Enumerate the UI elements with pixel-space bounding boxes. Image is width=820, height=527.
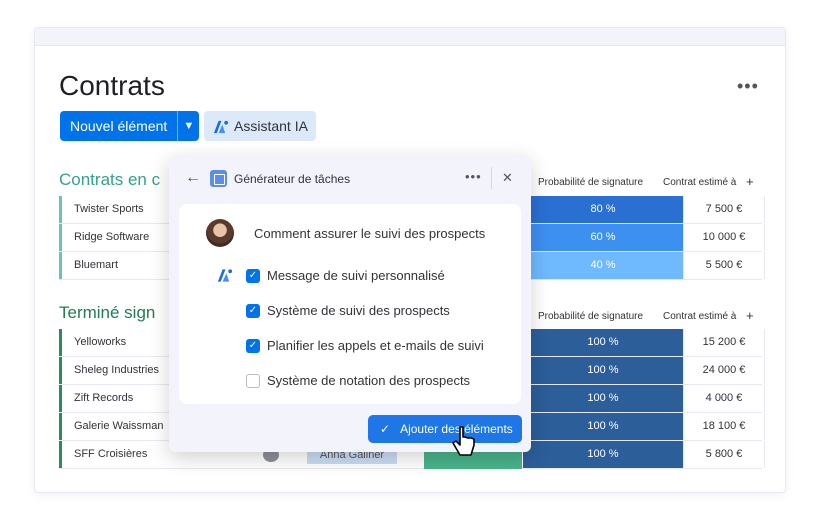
dialog-more-icon[interactable]: ••• xyxy=(465,169,482,184)
row-name[interactable]: Yelloworks xyxy=(74,336,126,348)
ai-assistant-icon xyxy=(217,269,233,282)
new-item-label[interactable]: Nouvel élément xyxy=(60,111,177,141)
row-end-cell xyxy=(765,196,785,223)
group-title-signed[interactable]: Terminé sign xyxy=(59,303,155,323)
probability-cell[interactable]: 100 % xyxy=(523,329,683,356)
ai-assistant-label: Assistant IA xyxy=(234,118,308,134)
checkbox-unchecked[interactable] xyxy=(246,373,260,388)
row-name[interactable]: Sheleg Industries xyxy=(74,364,159,376)
close-icon[interactable]: ✕ xyxy=(502,170,513,186)
probability-cell[interactable]: 100 % xyxy=(523,413,683,440)
new-item-button[interactable]: Nouvel élément ▼ xyxy=(60,111,200,141)
suggestion-label: Message de suivi personnalisé xyxy=(267,268,445,283)
more-options-icon[interactable]: ••• xyxy=(737,76,759,97)
page-title: Contrats xyxy=(59,70,165,101)
checkbox-checked[interactable]: ✓ xyxy=(246,268,260,283)
task-generator-icon xyxy=(210,170,227,187)
window-topbar xyxy=(35,28,785,46)
row-end-cell xyxy=(765,357,785,384)
dialog-divider xyxy=(491,167,492,189)
suggestion-label: Planifier les appels et e-mails de suivi xyxy=(267,338,484,353)
probability-cell[interactable]: 100 % xyxy=(523,441,683,468)
probability-cell[interactable]: 40 % xyxy=(523,252,683,279)
suggestion-label: Système de suivi des prospects xyxy=(267,303,450,318)
checkbox-checked[interactable]: ✓ xyxy=(246,303,260,318)
add-column-icon[interactable]: + xyxy=(746,174,754,189)
row-end-cell xyxy=(765,413,785,440)
suggestion-label: Système de notation des prospects xyxy=(267,373,471,388)
row-end-cell xyxy=(765,252,785,279)
task-generator-dialog: ← Générateur de tâches ••• ✕ Comment ass… xyxy=(169,155,531,452)
column-header-estimate[interactable]: Contrat estimé à xyxy=(663,177,736,188)
check-icon: ✓ xyxy=(380,422,391,436)
group-title-in-progress[interactable]: Contrats en c xyxy=(59,170,160,190)
estimate-cell[interactable]: 10 000 € xyxy=(683,224,765,251)
row-name[interactable]: Galerie Waissman xyxy=(74,420,163,432)
probability-cell[interactable]: 100 % xyxy=(523,357,683,384)
estimate-cell[interactable]: 4 000 € xyxy=(683,385,765,412)
probability-cell[interactable]: 100 % xyxy=(523,385,683,412)
row-name[interactable]: SFF Croisières xyxy=(74,448,147,460)
suggestion-item[interactable]: ✓ Système de suivi des prospects xyxy=(246,303,450,318)
add-column-icon[interactable]: + xyxy=(746,308,754,323)
chevron-down-icon[interactable]: ▼ xyxy=(177,111,199,141)
mouse-pointer-icon xyxy=(452,426,475,456)
checkbox-checked[interactable]: ✓ xyxy=(246,338,260,353)
row-end-cell xyxy=(765,329,785,356)
row-end-cell xyxy=(765,441,785,468)
estimate-cell[interactable]: 5 800 € xyxy=(683,441,765,468)
probability-cell[interactable]: 80 % xyxy=(523,196,683,223)
estimate-cell[interactable]: 7 500 € xyxy=(683,196,765,223)
column-header-probability[interactable]: Probabilité de signature xyxy=(538,177,643,188)
back-arrow-icon[interactable]: ← xyxy=(185,169,201,187)
row-name[interactable]: Twister Sports xyxy=(74,203,144,215)
suggestion-item[interactable]: ✓ Planifier les appels et e-mails de sui… xyxy=(246,338,484,353)
suggestion-item[interactable]: ✓ Message de suivi personnalisé xyxy=(246,268,445,283)
prompt-text: Comment assurer le suivi des prospects xyxy=(254,226,486,241)
dialog-content-card: Comment assurer le suivi des prospects ✓… xyxy=(179,204,521,404)
estimate-cell[interactable]: 5 500 € xyxy=(683,252,765,279)
column-header-probability[interactable]: Probabilité de signature xyxy=(538,311,643,322)
user-avatar xyxy=(206,219,234,247)
ai-assistant-button[interactable]: Assistant IA xyxy=(204,111,316,141)
row-name[interactable]: Bluemart xyxy=(74,259,118,271)
row-end-cell xyxy=(765,385,785,412)
dialog-title: Générateur de tâches xyxy=(234,172,351,186)
add-items-button[interactable]: ✓ Ajouter des éléments xyxy=(368,415,522,443)
estimate-cell[interactable]: 18 100 € xyxy=(683,413,765,440)
row-end-cell xyxy=(765,224,785,251)
row-name[interactable]: Ridge Software xyxy=(74,231,149,243)
estimate-cell[interactable]: 24 000 € xyxy=(683,357,765,384)
row-name[interactable]: Zift Records xyxy=(74,392,133,404)
estimate-cell[interactable]: 15 200 € xyxy=(683,329,765,356)
suggestion-item[interactable]: Système de notation des prospects xyxy=(246,373,470,388)
ai-assistant-icon xyxy=(213,120,228,133)
column-header-estimate[interactable]: Contrat estimé à xyxy=(663,311,736,322)
probability-cell[interactable]: 60 % xyxy=(523,224,683,251)
